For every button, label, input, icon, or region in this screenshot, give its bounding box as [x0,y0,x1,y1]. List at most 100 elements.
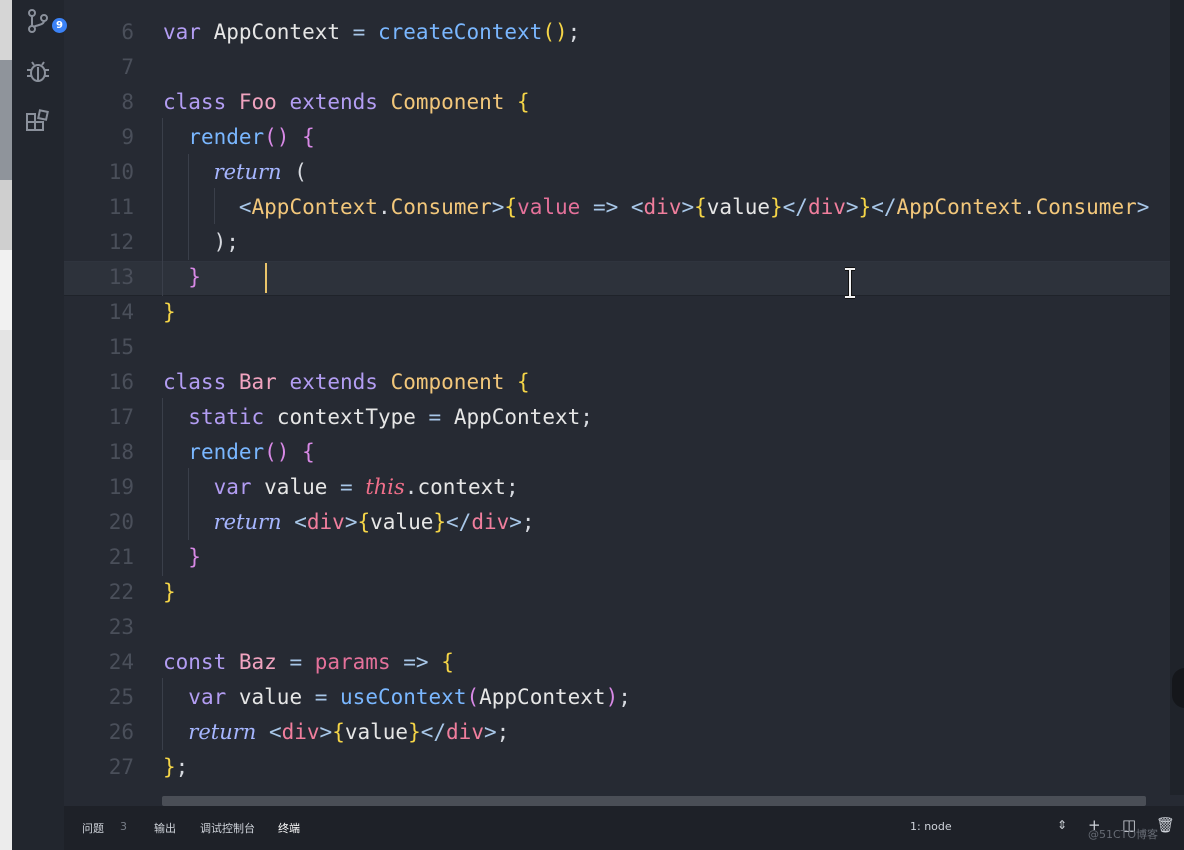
code-token: > [509,510,522,534]
tab-terminal[interactable]: 终端 [278,820,300,836]
code-token: { [517,90,530,114]
code-line: 16 class Bar extends Component { [64,365,530,400]
code-token: ; [175,755,189,779]
code-token: context [417,475,506,499]
watermark: @51CTO博客 [1088,828,1159,841]
code-token: Bar [238,370,290,394]
code-line: 6 var AppContext = createContext(); [64,15,580,50]
code-token: } [163,755,176,779]
code-token: AppContext [251,195,378,219]
code-token: Foo [238,90,290,114]
code-token: return [188,720,257,744]
line-number: 13 [108,265,134,289]
line-number: 19 [108,475,134,499]
chevron-updown-icon[interactable]: ⇕ [1057,818,1067,832]
code-line: 8 class Foo extends Component { [64,85,530,120]
line-number: 10 [108,160,134,184]
code-token: </ [420,720,447,744]
line-number: 21 [108,545,134,569]
extensions-icon[interactable] [23,108,53,138]
code-token: = [428,405,454,429]
code-line: 27}; [64,750,189,785]
code-token: ) [605,685,619,709]
code-token: < [294,510,307,534]
tab-debug-console[interactable]: 调试控制台 [200,820,255,836]
code-token: { [517,370,530,394]
code-token: ; [496,720,510,744]
code-token: const [163,650,239,674]
terminal-select[interactable]: 1: node [910,820,952,833]
code-line: 12 ); [64,225,239,260]
code-token: ( [281,160,307,184]
code-token: = [352,20,378,44]
code-token: { [357,510,371,534]
code-token: > [344,510,358,534]
code-token: ; [618,685,631,709]
code-token: Component [390,90,518,114]
code-token: Consumer [1035,195,1137,219]
code-editor[interactable]: 6 var AppContext = createContext(); 7 8 clas… [64,0,1184,795]
code-token: var [188,685,239,709]
current-line-highlight [64,261,1176,296]
line-number: 6 [121,20,134,44]
code-token: { [441,650,454,674]
bottom-panel: 问题 3 输出 调试控制台 终端 1: node ⇕ + ◫ 🗑 [64,806,1184,850]
line-number: 26 [108,720,134,744]
code-token: . [1022,195,1036,219]
line-number: 11 [108,195,134,219]
code-token: div [446,720,484,744]
line-number: 17 [108,405,134,429]
code-line: 18 render() { [64,435,315,470]
code-token: ); [163,230,239,254]
code-token: return [213,160,282,184]
code-line: 10 return ( [64,155,307,190]
code-token: < [630,195,644,219]
code-token: this [365,475,405,499]
floating-button-edge[interactable] [1172,668,1184,708]
debug-icon[interactable] [23,56,53,86]
line-number: 15 [108,335,134,359]
code-token: AppContext [453,405,581,429]
tab-output[interactable]: 输出 [154,820,176,836]
code-token: </ [871,195,897,219]
code-token: > [483,720,497,744]
code-token: div [471,510,510,534]
code-token: = [340,475,366,499]
code-token: Consumer [390,195,492,219]
code-token: } [770,195,783,219]
code-token: } [858,195,872,219]
horizontal-scrollbar[interactable] [162,796,1146,806]
code-token: value [370,510,434,534]
code-token: () { [264,440,315,464]
code-line: 20 return <div>{value}</div>; [64,505,535,540]
code-line: 24 const Baz = params => { [64,645,454,680]
tab-problems[interactable]: 问题 [82,820,104,836]
code-token: } [433,510,447,534]
code-token: class [163,370,239,394]
line-number: 22 [108,580,134,604]
line-number: 12 [108,230,134,254]
code-token: } [163,300,176,324]
code-token: ; [521,510,535,534]
line-number: 16 [108,370,134,394]
code-line: 19 var value = this.context; [64,470,519,505]
code-line: 13 } [64,260,201,295]
code-token: > [681,195,695,219]
line-number: 23 [108,615,134,639]
trash-icon[interactable]: 🗑 [1156,816,1175,834]
code-token: () { [264,125,315,149]
source-control-icon[interactable] [23,6,53,36]
code-token: > [1136,195,1150,219]
text-cursor [265,263,267,293]
code-line: 9 render() { [64,120,315,155]
line-number: 7 [121,55,134,79]
code-token: < [268,720,282,744]
